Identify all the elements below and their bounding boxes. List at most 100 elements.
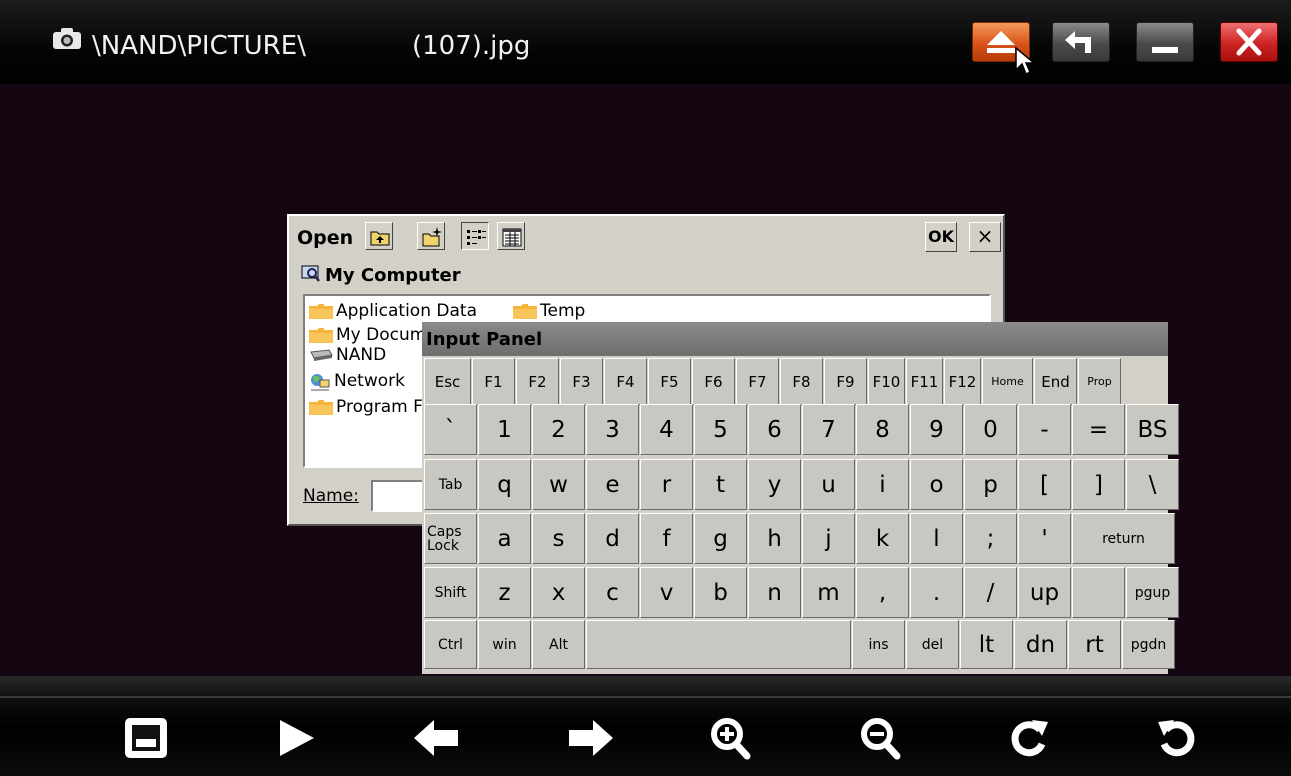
key-l[interactable]: l (910, 513, 963, 564)
key-h[interactable]: h (748, 513, 801, 564)
zoom-in-icon[interactable] (705, 714, 755, 762)
back-button[interactable] (1052, 22, 1110, 62)
key-n[interactable]: n (748, 567, 801, 618)
up-folder-button[interactable] (365, 222, 393, 250)
key-backtick[interactable]: ` (424, 404, 477, 455)
key-2[interactable]: 2 (532, 404, 585, 455)
key-f11[interactable]: F11 (906, 358, 943, 405)
list-item[interactable]: NAND (309, 346, 386, 368)
key-m[interactable]: m (802, 567, 855, 618)
key-o[interactable]: o (910, 459, 963, 510)
key-t[interactable]: t (694, 459, 747, 510)
ok-button[interactable]: OK (925, 222, 957, 252)
key-blank[interactable] (1072, 567, 1125, 618)
key-7[interactable]: 7 (802, 404, 855, 455)
key-b[interactable]: b (694, 567, 747, 618)
key-shift[interactable]: Shift (424, 567, 477, 618)
key-u[interactable]: u (802, 459, 855, 510)
list-item[interactable]: Network (309, 370, 405, 392)
key-e[interactable]: e (586, 459, 639, 510)
key-0[interactable]: 0 (964, 404, 1017, 455)
list-item[interactable]: Temp (513, 300, 585, 322)
key-right-bracket[interactable]: ] (1072, 459, 1125, 510)
key-q[interactable]: q (478, 459, 531, 510)
key-del[interactable]: del (906, 620, 959, 669)
key-apostrophe[interactable]: ' (1018, 513, 1071, 564)
key-slash[interactable]: / (964, 567, 1017, 618)
key-v[interactable]: v (640, 567, 693, 618)
key-d[interactable]: d (586, 513, 639, 564)
key-a[interactable]: a (478, 513, 531, 564)
key-f5[interactable]: F5 (648, 358, 691, 405)
key-r[interactable]: r (640, 459, 693, 510)
key-j[interactable]: j (802, 513, 855, 564)
key-backslash[interactable]: \ (1126, 459, 1179, 510)
key-equals[interactable]: = (1072, 404, 1125, 455)
list-item[interactable]: Program F (309, 396, 423, 418)
key-f[interactable]: f (640, 513, 693, 564)
key-comma[interactable]: , (856, 567, 909, 618)
key-f3[interactable]: F3 (560, 358, 603, 405)
key-esc[interactable]: Esc (424, 358, 471, 405)
rotate-right-icon[interactable] (1006, 714, 1056, 762)
key-f12[interactable]: F12 (944, 358, 981, 405)
key-win[interactable]: win (478, 620, 531, 669)
key-left-bracket[interactable]: [ (1018, 459, 1071, 510)
key-1[interactable]: 1 (478, 404, 531, 455)
play-icon[interactable] (272, 714, 322, 762)
key-5[interactable]: 5 (694, 404, 747, 455)
key-bs[interactable]: BS (1126, 404, 1179, 455)
key-f7[interactable]: F7 (736, 358, 779, 405)
key-semicolon[interactable]: ; (964, 513, 1017, 564)
key-f2[interactable]: F2 (516, 358, 559, 405)
input-panel-titlebar[interactable]: Input Panel (422, 322, 1168, 356)
key-tab[interactable]: Tab (424, 459, 477, 510)
key-f1[interactable]: F1 (472, 358, 515, 405)
rotate-left-icon[interactable] (1150, 714, 1200, 762)
key-i[interactable]: i (856, 459, 909, 510)
key-dn[interactable]: dn (1014, 620, 1067, 669)
key-period[interactable]: . (910, 567, 963, 618)
key-y[interactable]: y (748, 459, 801, 510)
key-9[interactable]: 9 (910, 404, 963, 455)
key-4[interactable]: 4 (640, 404, 693, 455)
close-button[interactable] (1220, 22, 1278, 62)
key-8[interactable]: 8 (856, 404, 909, 455)
new-folder-button[interactable] (417, 222, 445, 250)
key-s[interactable]: s (532, 513, 585, 564)
key-lt[interactable]: lt (960, 620, 1013, 669)
zoom-out-icon[interactable] (855, 714, 905, 762)
key-f4[interactable]: F4 (604, 358, 647, 405)
key-end[interactable]: End (1034, 358, 1077, 405)
key-c[interactable]: c (586, 567, 639, 618)
key-f9[interactable]: F9 (824, 358, 867, 405)
key-minus[interactable]: - (1018, 404, 1071, 455)
key-alt[interactable]: Alt (532, 620, 585, 669)
key-p[interactable]: p (964, 459, 1017, 510)
key-space[interactable] (586, 620, 851, 669)
key-ins[interactable]: ins (852, 620, 905, 669)
key-k[interactable]: k (856, 513, 909, 564)
key-rt[interactable]: rt (1068, 620, 1121, 669)
key-z[interactable]: z (478, 567, 531, 618)
key-home[interactable]: Home (982, 358, 1033, 405)
list-view-button[interactable] (461, 222, 489, 250)
next-arrow-icon[interactable] (565, 714, 615, 762)
key-pgup[interactable]: pgup (1126, 567, 1179, 618)
key-f10[interactable]: F10 (868, 358, 905, 405)
key-3[interactable]: 3 (586, 404, 639, 455)
key-pgdn[interactable]: pgdn (1122, 620, 1175, 669)
key-ctrl[interactable]: Ctrl (424, 620, 477, 669)
key-w[interactable]: w (532, 459, 585, 510)
key-up[interactable]: up (1018, 567, 1071, 618)
key-6[interactable]: 6 (748, 404, 801, 455)
details-view-button[interactable] (497, 222, 525, 250)
list-item[interactable]: My Docum (309, 324, 426, 346)
previous-arrow-icon[interactable] (412, 714, 462, 762)
slideshow-frame-icon[interactable] (122, 714, 172, 762)
minimize-button[interactable] (1136, 22, 1194, 62)
key-x[interactable]: x (532, 567, 585, 618)
key-f6[interactable]: F6 (692, 358, 735, 405)
key-g[interactable]: g (694, 513, 747, 564)
key-return[interactable]: return (1072, 513, 1175, 564)
